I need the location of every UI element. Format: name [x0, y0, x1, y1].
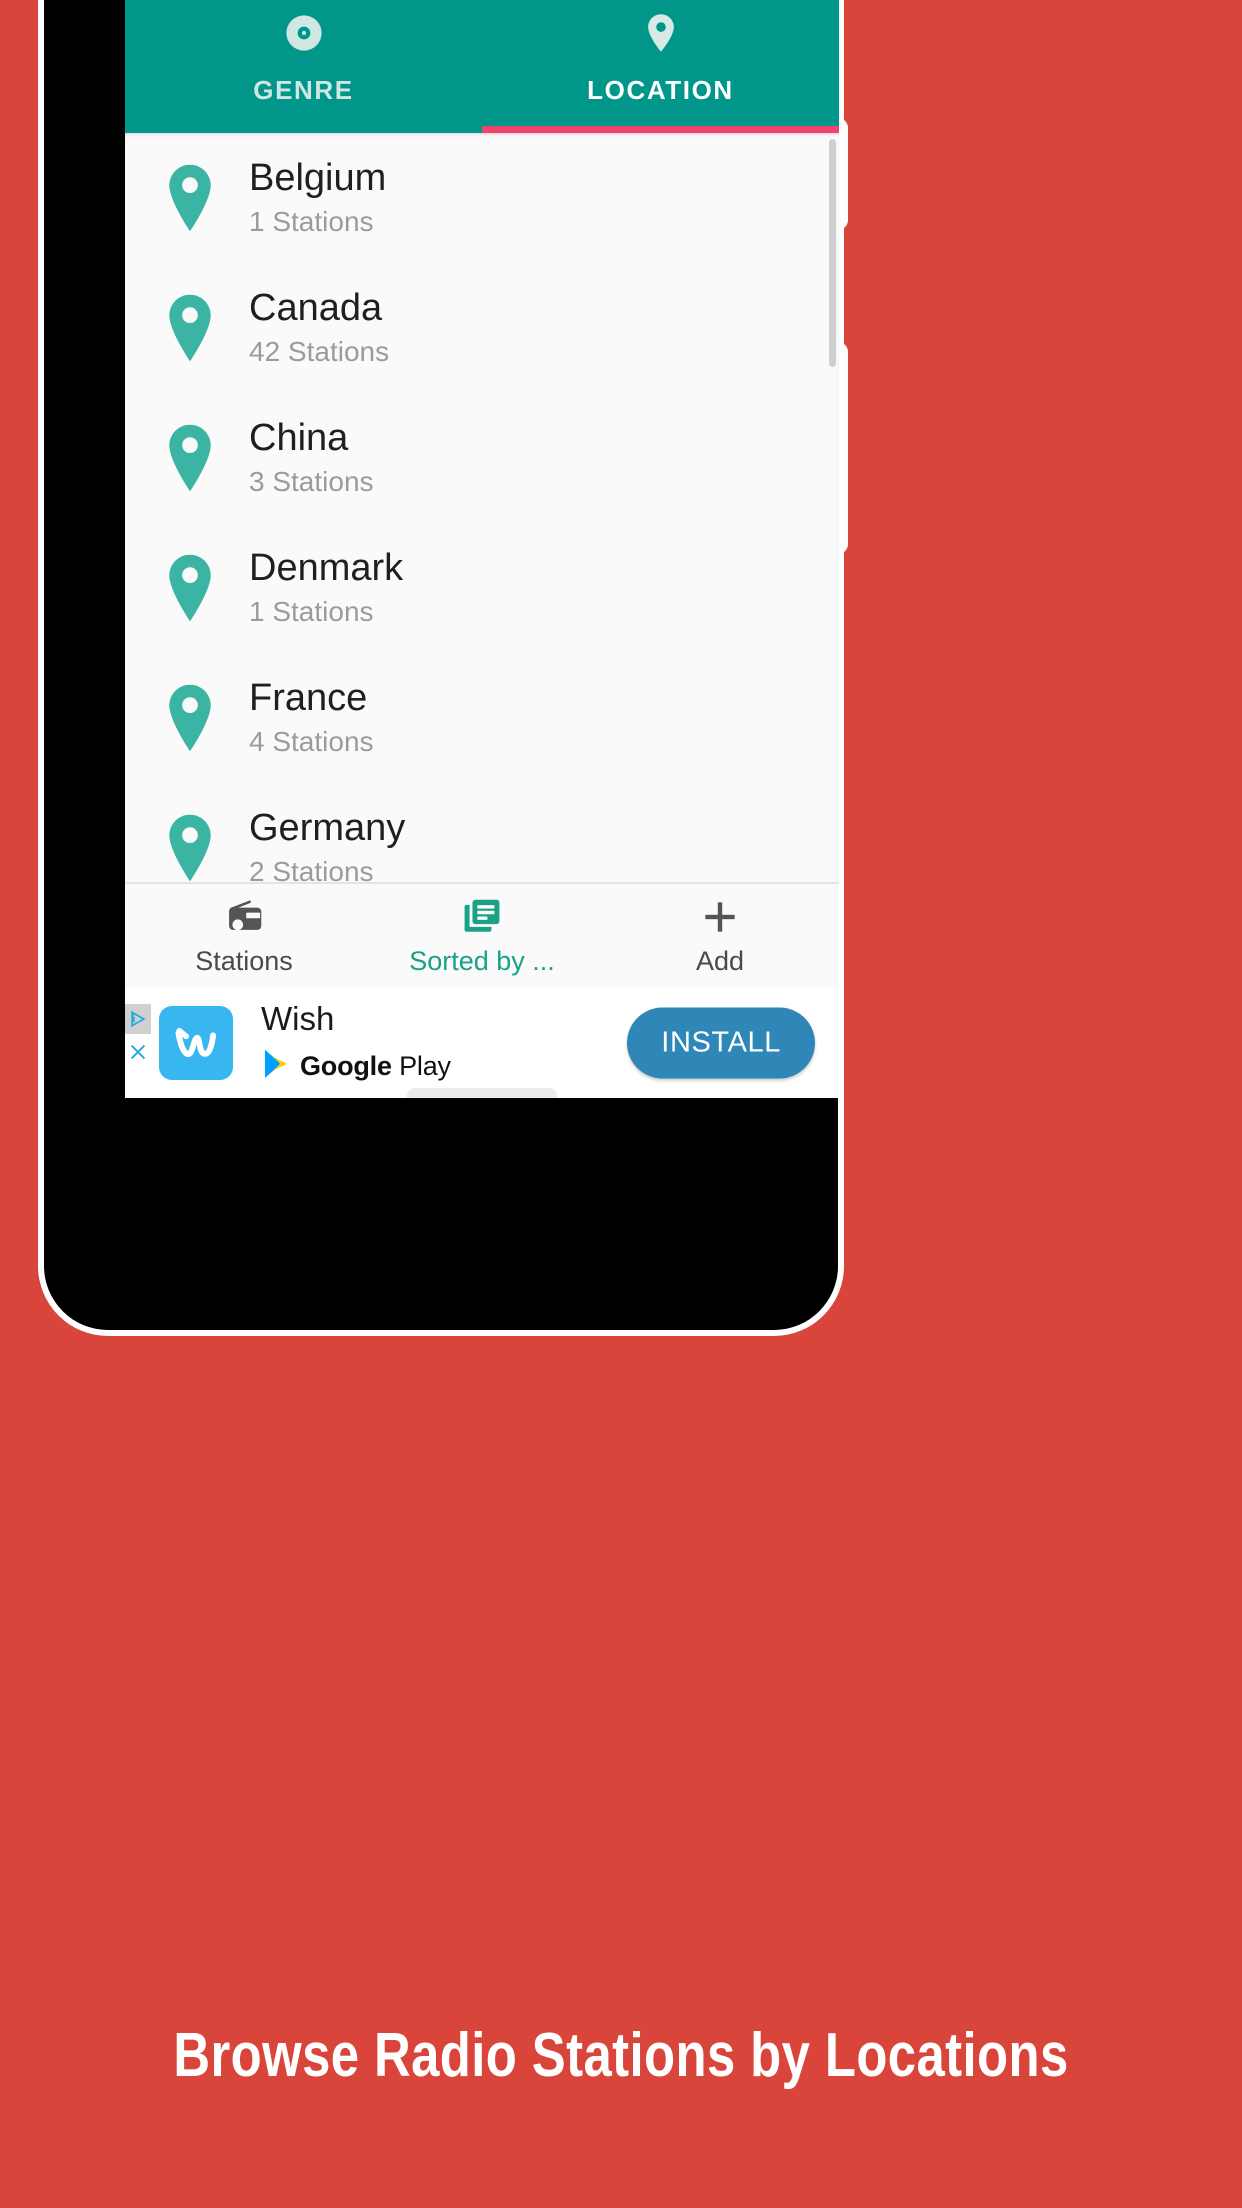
bottom-navigation: Stations Sorted by ... Add — [125, 882, 839, 988]
list-item-texts: Denmark 1 Stations — [249, 548, 403, 627]
list-item[interactable]: Germany 2 Stations — [125, 783, 839, 882]
app-bar: Sorted by ... GENRE — [125, 0, 839, 133]
location-pin-icon — [153, 422, 227, 494]
ad-app-name: Wish — [261, 1000, 335, 1038]
location-pin-icon — [153, 162, 227, 234]
list-item[interactable]: Canada 42 Stations — [125, 263, 839, 393]
nav-label-sorted-by: Sorted by ... — [409, 946, 555, 976]
radio-icon — [222, 895, 266, 939]
library-icon — [460, 895, 504, 939]
location-pin-icon — [153, 812, 227, 882]
list-item[interactable]: France 4 Stations — [125, 653, 839, 783]
google-play-badge: Google Play — [261, 1048, 451, 1085]
ad-text-column: Wish Google Play — [261, 1001, 451, 1084]
adchoices-controls — [125, 1004, 151, 1070]
list-item-texts: Canada 42 Stations — [249, 288, 389, 367]
plus-icon — [698, 895, 742, 939]
phone-device-frame: Sorted by ... GENRE — [44, 0, 839, 1330]
location-name: France — [249, 677, 368, 720]
location-pin-icon — [638, 10, 684, 61]
nav-item-stations[interactable]: Stations — [125, 884, 363, 988]
location-pin-icon — [153, 682, 227, 754]
list-item-texts: Germany 2 Stations — [249, 808, 405, 882]
station-count: 2 Stations — [249, 856, 374, 882]
tab-location[interactable]: LOCATION — [482, 0, 839, 133]
list-scrollbar[interactable] — [829, 139, 836, 367]
tab-bar: GENRE LOCATION — [125, 0, 839, 133]
close-icon[interactable] — [125, 1037, 151, 1067]
list-item[interactable]: China 3 Stations — [125, 393, 839, 523]
tab-genre-label: GENRE — [253, 75, 354, 105]
list-item-texts: France 4 Stations — [249, 678, 374, 757]
location-pin-icon — [153, 292, 227, 364]
station-count: 4 Stations — [249, 726, 374, 758]
tab-location-label: LOCATION — [587, 75, 734, 105]
wish-logo-icon — [159, 1006, 233, 1080]
location-pin-icon — [153, 552, 227, 624]
phone-screen: Sorted by ... GENRE — [125, 0, 839, 1098]
location-name: Denmark — [249, 547, 404, 590]
ad-sheet-hint — [407, 1088, 557, 1098]
disc-icon — [281, 10, 327, 61]
install-button[interactable]: INSTALL — [627, 1007, 815, 1079]
list-item[interactable]: Denmark 1 Stations — [125, 523, 839, 653]
location-list[interactable]: Belgium 1 Stations Canada 42 Stations Ch… — [125, 133, 839, 882]
google-play-light: Play — [399, 1050, 451, 1081]
google-play-bold: Google — [300, 1050, 392, 1081]
list-item[interactable]: Belgium 1 Stations — [125, 133, 839, 263]
promo-caption: Browse Radio Stations by Locations — [173, 2021, 1069, 2090]
list-item-texts: Belgium 1 Stations — [249, 158, 386, 237]
station-count: 3 Stations — [249, 466, 374, 498]
adchoices-icon[interactable] — [125, 1004, 151, 1034]
nav-label-add: Add — [695, 946, 745, 976]
nav-item-sorted-by[interactable]: Sorted by ... — [363, 884, 601, 988]
station-count: 1 Stations — [249, 596, 374, 628]
location-name: Germany — [249, 807, 406, 850]
station-count: 42 Stations — [249, 336, 390, 368]
location-name: Belgium — [249, 157, 387, 200]
ad-banner[interactable]: Wish Google Play INSTALL — [125, 988, 839, 1098]
google-play-triangle-icon — [261, 1048, 291, 1085]
location-name: Canada — [249, 287, 383, 330]
google-play-label: Google Play — [300, 1051, 451, 1082]
nav-label-stations: Stations — [195, 946, 293, 976]
list-item-texts: China 3 Stations — [249, 418, 374, 497]
nav-item-add[interactable]: Add — [601, 884, 839, 988]
location-name: China — [249, 417, 349, 460]
tab-indicator — [482, 126, 839, 133]
station-count: 1 Stations — [249, 206, 374, 238]
tab-genre[interactable]: GENRE — [125, 0, 482, 133]
